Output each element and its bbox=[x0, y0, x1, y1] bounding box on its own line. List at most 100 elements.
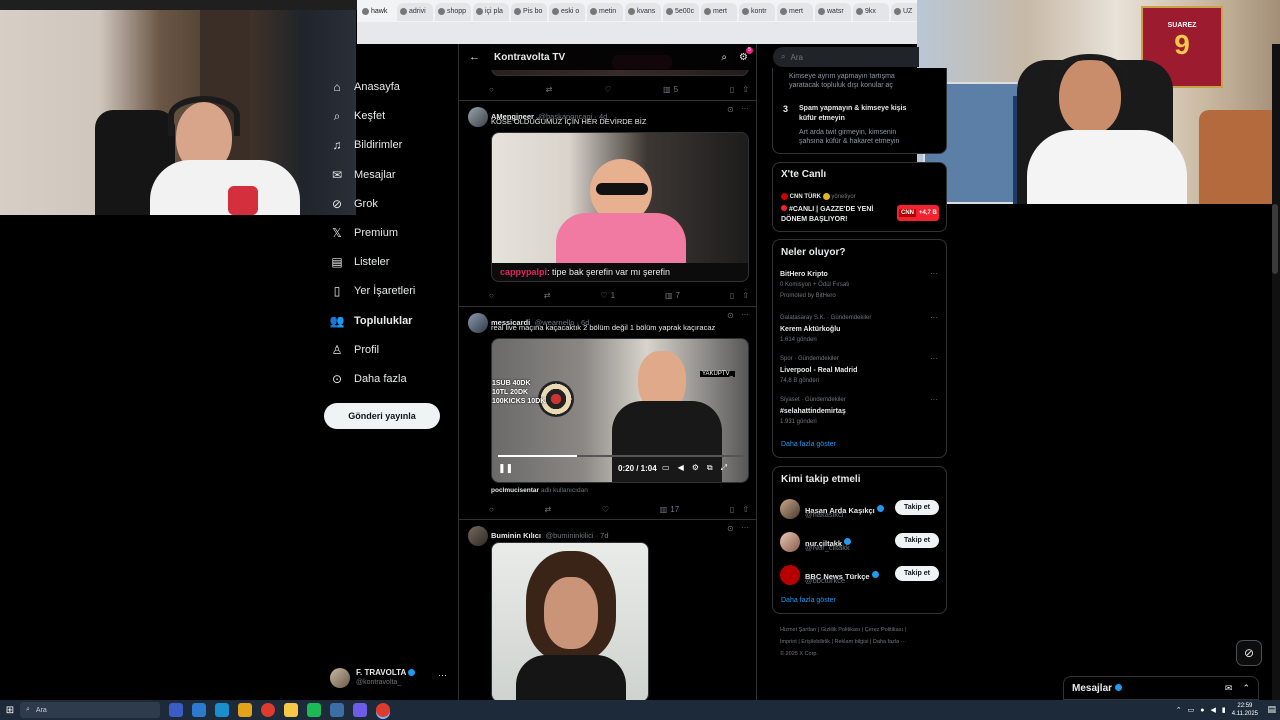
like-icon[interactable]: ♡ bbox=[604, 83, 611, 95]
browser-tab[interactable]: kvans bbox=[625, 3, 661, 21]
pause-icon[interactable]: ❚❚ bbox=[498, 463, 513, 474]
retweet-icon[interactable]: ⇄ bbox=[546, 83, 553, 95]
share-icon[interactable]: ⇧ bbox=[742, 85, 749, 94]
edge-icon[interactable] bbox=[215, 703, 229, 717]
battery-icon[interactable]: ▮ bbox=[1222, 706, 1226, 714]
browser-tab[interactable]: içi pla bbox=[473, 3, 509, 21]
tweet-image[interactable] bbox=[491, 542, 649, 700]
browser-tab[interactable]: watsr bbox=[815, 3, 851, 21]
browser-tab[interactable]: 9kx bbox=[853, 3, 889, 21]
scroll-thumb[interactable] bbox=[1272, 204, 1278, 274]
share-icon[interactable]: ⇧ bbox=[742, 291, 749, 300]
more-icon[interactable]: ··· bbox=[930, 313, 938, 322]
volume-icon[interactable]: ◀ bbox=[678, 463, 684, 473]
show-more-link[interactable]: Daha fazla göster bbox=[781, 597, 836, 604]
expand-icon[interactable]: ⌃ bbox=[1242, 683, 1250, 694]
sidebar-item-yer-i-şaretleri[interactable]: ▯ Yer İşaretleri bbox=[330, 277, 416, 305]
tweet[interactable]: AMengineer @baskanoncagi · 4d ⊙ ··· KÖSE… bbox=[459, 101, 756, 306]
task-view-icon[interactable] bbox=[169, 703, 183, 717]
retweet-icon[interactable]: ⇄ bbox=[544, 289, 551, 301]
browser-tab[interactable]: kontr bbox=[739, 3, 775, 21]
reply-icon[interactable]: ○ bbox=[489, 83, 494, 95]
more-icon[interactable]: ··· bbox=[741, 310, 749, 319]
more-icon[interactable]: ··· bbox=[741, 104, 749, 113]
sidebar-item-grok[interactable]: ⊘ Grok bbox=[330, 190, 378, 218]
windows-start-icon[interactable]: ⊞ bbox=[0, 700, 20, 720]
tweet-image[interactable]: cappypalpi: tipe bak şerefin var mı şere… bbox=[491, 132, 749, 282]
sidebar-item-premium[interactable]: 𝕏 Premium bbox=[330, 219, 398, 247]
network-icon[interactable]: ▭ bbox=[1188, 706, 1195, 714]
app-icon[interactable] bbox=[353, 703, 367, 717]
messages-drawer[interactable]: Mesajlar ✉ ⌃ bbox=[1063, 676, 1259, 700]
browser-tab[interactable]: mert bbox=[777, 3, 813, 21]
chrome-icon[interactable] bbox=[261, 703, 275, 717]
bookmark-icon[interactable]: ▯ bbox=[730, 85, 734, 94]
back-arrow-icon[interactable]: ← bbox=[469, 51, 480, 63]
browser-tab[interactable]: hawk bbox=[359, 3, 395, 21]
browser-tab[interactable]: Pis bo bbox=[511, 3, 547, 21]
bookmark-icon[interactable]: ▯ bbox=[730, 505, 734, 514]
sidebar-item-listeler[interactable]: ▤ Listeler bbox=[330, 248, 389, 276]
browser-tab[interactable]: shopp bbox=[435, 3, 471, 21]
trend-item[interactable]: Galatasaray S.K. · Gündemdekiler Kerem Ak… bbox=[780, 313, 940, 346]
volume-icon[interactable]: ◀ bbox=[1211, 706, 1216, 714]
captions-icon[interactable]: ▭ bbox=[662, 463, 670, 473]
video-progress[interactable] bbox=[498, 455, 744, 457]
post-button[interactable]: Gönderi yayınla bbox=[324, 403, 440, 429]
sidebar-item-topluluklar[interactable]: 👥 Topluluklar bbox=[330, 307, 413, 335]
browser-tab[interactable]: adrivi bbox=[397, 3, 433, 21]
trend-item[interactable]: Siyaset · Gündemdekiler #selahattindemirt… bbox=[780, 395, 940, 428]
follow-button[interactable]: Takip et bbox=[895, 566, 939, 581]
like-button[interactable]: ♡ 1 bbox=[600, 289, 615, 301]
browser-tab[interactable]: mert bbox=[701, 3, 737, 21]
browser-tab[interactable]: 5e00c bbox=[663, 3, 699, 21]
app-icon[interactable] bbox=[192, 703, 206, 717]
file-explorer-icon[interactable] bbox=[238, 703, 252, 717]
credit-user[interactable]: poclmucisentar bbox=[491, 487, 539, 494]
follow-button[interactable]: Takip et bbox=[895, 533, 939, 548]
views-button[interactable]: ▥ 5 bbox=[663, 83, 678, 95]
settings-icon[interactable]: ⚙ bbox=[692, 463, 699, 473]
retweet-icon[interactable]: ⇄ bbox=[545, 503, 552, 515]
scrollbar[interactable] bbox=[1272, 44, 1280, 700]
settings-button[interactable]: ⚙ 5 bbox=[739, 46, 753, 63]
app-icon[interactable] bbox=[330, 703, 344, 717]
sidebar-item-daha-fazla[interactable]: ⊙ Daha fazla bbox=[330, 365, 407, 393]
tweet-author[interactable]: Buminin Kılıcı bbox=[491, 531, 541, 540]
more-icon[interactable]: ··· bbox=[438, 670, 447, 680]
follow-button[interactable]: Takip et bbox=[895, 500, 939, 515]
like-icon[interactable]: ♡ bbox=[602, 503, 609, 515]
live-headline[interactable]: #CANLI | GAZZE'DE YENİ DÖNEM BAŞLIYOR! bbox=[781, 205, 873, 225]
bookmark-icon[interactable]: ▯ bbox=[730, 291, 734, 300]
app-icon[interactable] bbox=[307, 703, 321, 717]
trend-item[interactable]: BitHero Kripto 0 Komisyon + Ödül Fırsatı P… bbox=[780, 269, 940, 302]
address-bar[interactable] bbox=[357, 22, 917, 44]
show-more-link[interactable]: Daha fazla göster bbox=[781, 441, 836, 448]
reply-icon[interactable]: ○ bbox=[489, 289, 494, 301]
community-note-icon[interactable]: ⊙ bbox=[727, 524, 734, 533]
community-note-icon[interactable]: ⊙ bbox=[727, 105, 734, 114]
notification-icon[interactable]: ▤ bbox=[1267, 704, 1276, 715]
tweet-video[interactable]: 1SUB 40DK 10TL 20DK 100KICKS 10DK YAKUPT… bbox=[491, 338, 749, 483]
footer-line[interactable]: Imprint | Erişilebilirlik | Reklam bilgi… bbox=[780, 636, 940, 648]
fullscreen-icon[interactable]: ⤢ bbox=[721, 463, 727, 473]
more-icon[interactable]: ··· bbox=[741, 523, 749, 532]
tweet[interactable]: Buminin Kılıcı @bumininkilici · 7d ⊙ ··· bbox=[459, 520, 756, 700]
grok-button[interactable]: ⊘ bbox=[1236, 640, 1262, 666]
views-button[interactable]: ▥ 7 bbox=[665, 289, 680, 301]
share-icon[interactable]: ⇧ bbox=[742, 505, 749, 514]
avatar[interactable] bbox=[780, 565, 800, 585]
community-note-icon[interactable]: ⊙ bbox=[727, 311, 734, 320]
new-message-icon[interactable]: ✉ bbox=[1225, 683, 1233, 694]
clock[interactable]: 22:59 4.11.2025 bbox=[1232, 702, 1258, 718]
avatar[interactable] bbox=[780, 499, 800, 519]
live-thumbnail[interactable]: CNN +4,7 B bbox=[897, 205, 939, 221]
account-switcher[interactable]: F. TRAVOLTA @kontravolta_ ··· bbox=[330, 664, 450, 692]
tray-arrow-icon[interactable]: ⌃ bbox=[1176, 706, 1182, 714]
sidebar-item-keşfet[interactable]: ⌕ Keşfet bbox=[330, 102, 386, 130]
taskbar-search[interactable]: ⌕ Ara bbox=[20, 702, 160, 718]
footer-line[interactable]: Hizmet Şartları | Gizlilik Politikası | … bbox=[780, 624, 940, 636]
more-icon[interactable]: ··· bbox=[930, 354, 938, 363]
trend-item[interactable]: Spor · Gündemdekiler Liverpool - Real Mad… bbox=[780, 354, 940, 387]
pip-icon[interactable]: ⧉ bbox=[707, 463, 713, 473]
